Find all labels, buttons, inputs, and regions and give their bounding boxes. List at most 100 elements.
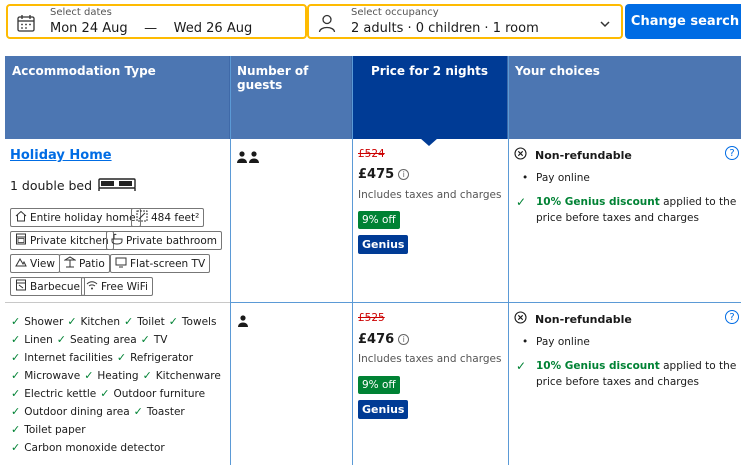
facility-label: Kitchenware (155, 370, 221, 382)
facility-label: Seating area (69, 334, 137, 346)
price-value: £476 (358, 332, 395, 347)
amenity-label: View (30, 257, 55, 270)
original-price: £525 (358, 312, 385, 324)
facility-item: ✓ Outdoor dining area (11, 403, 130, 421)
facility-item: ✓ Heating (84, 367, 138, 385)
genius-discount-note: ✓ 10% Genius discount applied to the pri… (516, 194, 741, 226)
kitchen-icon (15, 233, 27, 248)
facility-item: ✓ Kitchenware (143, 367, 221, 385)
wifi-icon (86, 279, 98, 294)
amenity-label: 484 feet² (151, 211, 200, 224)
check-icon: ✓ (116, 351, 127, 364)
genius-badge: Genius (358, 235, 409, 254)
facility-item: ✓ Toaster (134, 403, 185, 421)
payment-option: Pay online (522, 336, 590, 348)
facility-item: ✓ Shower (11, 313, 63, 331)
facility-item: ✓ TV (141, 331, 168, 349)
amenity-label: Flat-screen TV (130, 257, 206, 270)
house-icon (15, 210, 27, 225)
size-icon (136, 210, 148, 225)
current-price: £476 i (358, 332, 410, 347)
two-guests-icon (237, 148, 261, 167)
header-accommodation-type: Accommodation Type (5, 56, 230, 139)
facility-item: ✓ Kitchen (67, 313, 120, 331)
facility-label: Refrigerator (130, 352, 194, 364)
grill-icon (15, 279, 27, 294)
check-icon: ✓ (11, 315, 21, 328)
amenity-label: Private kitchen (30, 234, 109, 247)
facility-item: ✓ Towels (169, 313, 217, 331)
check-icon: ✓ (100, 387, 110, 400)
amenity-chip: View (10, 254, 60, 273)
refund-label: Non-refundable (535, 148, 632, 162)
facility-label: Electric kettle (24, 388, 97, 400)
amenity-chip: Private bathroom (106, 231, 222, 250)
help-icon[interactable]: ? (725, 146, 739, 160)
facility-item: ✓ Seating area (57, 331, 137, 349)
facility-label: Heating (97, 370, 139, 382)
facility-item: ✓ Internet facilities (11, 349, 113, 367)
check-icon: ✓ (168, 315, 178, 328)
facility-item: ✓ Linen (11, 331, 53, 349)
sort-indicator (420, 138, 438, 146)
amenity-chip: Private kitchen (10, 231, 114, 250)
check-icon: ✓ (11, 423, 21, 436)
discount-badge: 9% off (358, 211, 400, 229)
facility-label: Towels (181, 316, 217, 328)
double-bed-icon (98, 177, 136, 194)
occupancy-label: Select occupancy (351, 7, 439, 18)
check-icon: ✓ (133, 405, 143, 418)
header-price[interactable]: Price for 2 nights (352, 56, 508, 139)
col-divider (508, 56, 509, 465)
info-icon[interactable]: i (398, 334, 410, 345)
facility-item: ✓ Microwave (11, 367, 80, 385)
facility-label: Toaster (146, 406, 185, 418)
tax-note: Includes taxes and charges (358, 189, 502, 201)
patio-icon (63, 256, 77, 271)
occupancy-selector[interactable]: Select occupancy 2 adults · 0 children ·… (307, 4, 623, 39)
row-divider (230, 302, 741, 303)
info-icon[interactable]: i (398, 169, 410, 180)
genius-discount-note: ✓ 10% Genius discount applied to the pri… (516, 358, 741, 390)
refund-policy: Non-refundable (514, 311, 632, 327)
check-out-date: Wed 26 Aug (173, 21, 253, 36)
facility-label: Shower (24, 316, 64, 328)
genius-discount-bold: 10% Genius discount (536, 196, 660, 208)
amenity-chip: Flat-screen TV (110, 254, 211, 273)
check-icon: ✓ (140, 333, 150, 346)
dates-selector[interactable]: Select dates Mon 24 Aug — Wed 26 Aug (6, 4, 307, 39)
check-icon: ✓ (67, 315, 77, 328)
date-separator: — (144, 21, 158, 36)
facility-label: Outdoor dining area (24, 406, 130, 418)
check-icon: ✓ (11, 369, 21, 382)
col-divider (352, 56, 353, 465)
genius-badge: Genius (358, 400, 409, 419)
dates-value: Mon 24 Aug — Wed 26 Aug (50, 21, 252, 36)
facility-label: Outdoor furniture (113, 388, 206, 400)
check-in-date: Mon 24 Aug (50, 21, 128, 36)
help-icon[interactable]: ? (725, 310, 739, 324)
tv-icon (115, 256, 127, 271)
discount-badge: 9% off (358, 376, 400, 394)
change-search-button[interactable]: Change search (625, 4, 741, 39)
amenity-label: Free WiFi (101, 280, 148, 293)
bath-icon (111, 233, 123, 248)
amenity-label: Patio (79, 257, 105, 270)
chevron-down-icon (599, 15, 611, 34)
check-icon: ✓ (11, 405, 21, 418)
check-icon: ✓ (516, 359, 527, 373)
header-your-choices: Your choices (515, 64, 600, 78)
amenity-label: Barbecue (30, 280, 80, 293)
facility-item: ✓ Carbon monoxide detector (11, 439, 165, 457)
check-icon: ✓ (142, 369, 152, 382)
bed-type: 1 double bed (10, 178, 93, 193)
one-guest-icon (237, 312, 249, 331)
amenity-chip: Barbecue (10, 277, 85, 296)
facility-label: Toilet (137, 316, 165, 328)
person-icon (317, 13, 337, 37)
header-number-of-guests: Number of guests (230, 56, 352, 139)
current-price: £475 i (358, 167, 410, 182)
room-name-link[interactable]: Holiday Home (10, 148, 112, 163)
refund-policy: Non-refundable (514, 147, 632, 163)
facility-label: Carbon monoxide detector (24, 442, 165, 454)
